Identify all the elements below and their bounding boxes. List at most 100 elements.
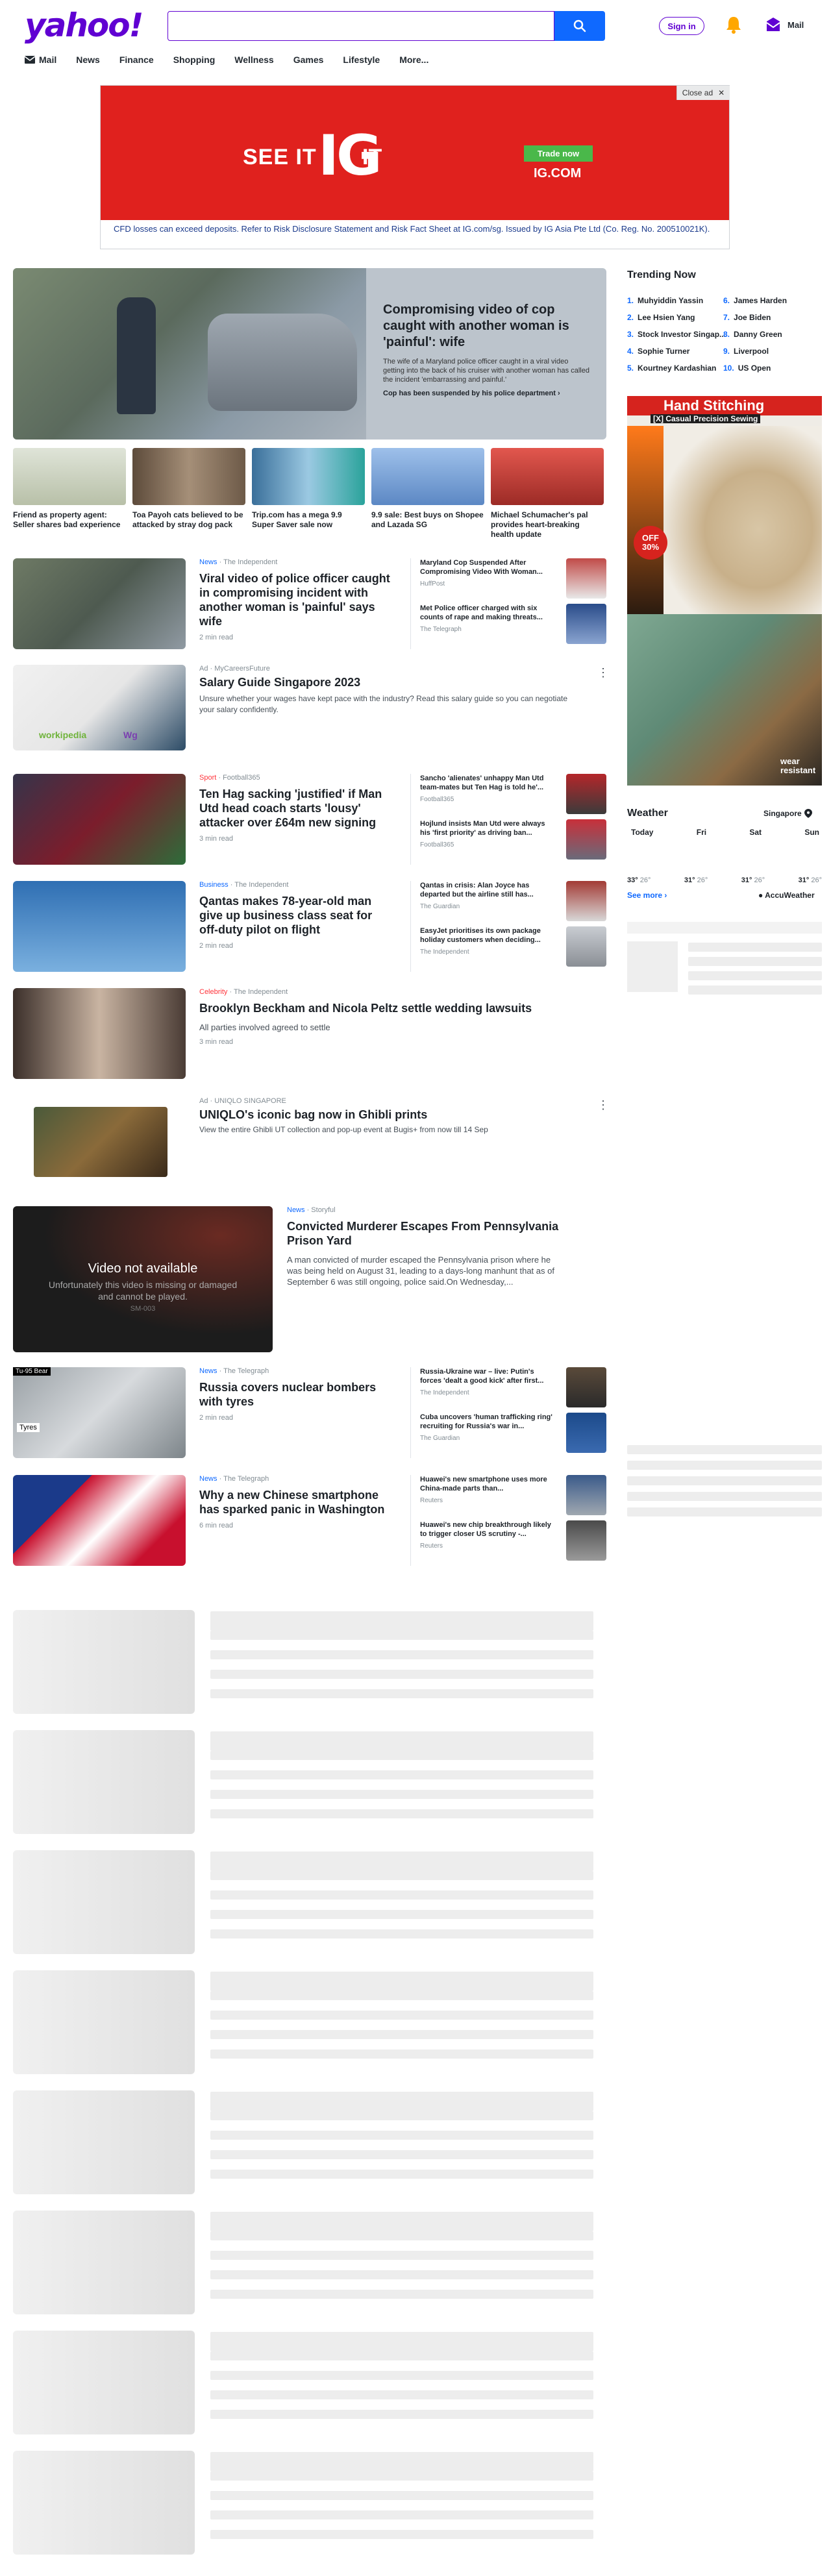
ig-ad-banner[interactable]: SEE IT IG IT Trade now IG.COM Close ad ✕… bbox=[100, 85, 730, 249]
hero-story[interactable]: Compromising video of cop caught with an… bbox=[13, 268, 606, 440]
more-options-icon[interactable]: ⋮ bbox=[597, 666, 609, 680]
thumb-title: Toa Payoh cats believed to be attacked b… bbox=[132, 510, 243, 529]
trending-item[interactable]: 7. Joe Biden bbox=[723, 309, 787, 326]
ad-title[interactable]: Salary Guide Singapore 2023 bbox=[199, 675, 576, 689]
trending-item[interactable]: 6. James Harden bbox=[723, 292, 787, 309]
skeleton-line bbox=[210, 2332, 593, 2351]
trending-item[interactable]: 9. Liverpool bbox=[723, 343, 787, 360]
story-card[interactable]: Celebrity · The Independent Brooklyn Bec… bbox=[13, 988, 606, 1082]
story-card[interactable]: Business · The Independent Qantas makes … bbox=[13, 881, 606, 975]
nav-item-wellness[interactable]: Wellness bbox=[234, 55, 273, 65]
trending-term: Muhyiddin Yassin bbox=[638, 296, 704, 305]
related-story[interactable]: Maryland Cop Suspended After Compromisin… bbox=[420, 558, 606, 604]
thumb-story[interactable]: Trip.com has a mega 9.9 Super Saver sale… bbox=[252, 448, 365, 539]
nav-item-more[interactable]: More... bbox=[399, 55, 428, 65]
related-story[interactable]: Hojlund insists Man Utd were always his … bbox=[420, 819, 606, 865]
trending-item[interactable]: 10. US Open bbox=[723, 360, 787, 377]
thumb-story[interactable]: Friend as property agent: Seller shares … bbox=[13, 448, 126, 539]
story-title[interactable]: Ten Hag sacking 'justified' if Man Utd h… bbox=[199, 787, 394, 830]
related-story[interactable]: Huawei's new smartphone uses more China-… bbox=[420, 1475, 606, 1520]
related-story[interactable]: Met Police officer charged with six coun… bbox=[420, 604, 606, 649]
video-story-card[interactable]: Video not available Unfortunately this v… bbox=[13, 1206, 606, 1352]
skeleton-line bbox=[210, 2471, 593, 2481]
trending-term: Sophie Turner bbox=[638, 347, 690, 356]
nav-item-games[interactable]: Games bbox=[293, 55, 324, 65]
ad-brand-1: workipedia bbox=[39, 730, 87, 740]
trending-title: Trending Now bbox=[627, 269, 696, 280]
nav-item-news[interactable]: News bbox=[76, 55, 100, 65]
story-desc: All parties involved agreed to settle bbox=[199, 1022, 330, 1032]
weather-location[interactable]: Singapore bbox=[763, 809, 812, 818]
story-card[interactable]: News · The Telegraph Why a new Chinese s… bbox=[13, 1475, 606, 1569]
story-title[interactable]: Viral video of police officer caught in … bbox=[199, 571, 394, 628]
accuweather-logo: ● AccuWeather bbox=[758, 891, 815, 900]
hero-figure bbox=[117, 297, 156, 414]
story-card[interactable]: Tu-95 Bear Tyres News · The Telegraph Ru… bbox=[13, 1367, 606, 1461]
ad-creative[interactable]: SEE IT IG IT Trade now IG.COM bbox=[101, 86, 729, 220]
related-story[interactable]: Russia-Ukraine war – live: Putin's force… bbox=[420, 1367, 606, 1413]
hero-title[interactable]: Compromising video of cop caught with an… bbox=[383, 302, 591, 351]
ad-image bbox=[13, 1097, 186, 1188]
story-card[interactable]: News · The Independent Viral video of po… bbox=[13, 558, 606, 652]
related-story[interactable]: Qantas in crisis: Alan Joyce has departe… bbox=[420, 881, 606, 926]
story-title[interactable]: Why a new Chinese smartphone has sparked… bbox=[199, 1488, 394, 1517]
envelope-icon bbox=[25, 56, 35, 64]
story-read-time: 2 min read bbox=[199, 1414, 233, 1422]
hero-link[interactable]: Cop has been suspended by his police dep… bbox=[383, 390, 591, 397]
thumb-story[interactable]: Toa Payoh cats believed to be attacked b… bbox=[132, 448, 245, 539]
yahoo-logo[interactable]: yahoo! bbox=[25, 6, 143, 44]
skeleton-line bbox=[688, 971, 822, 980]
weather-temp: 31° 26° bbox=[684, 876, 708, 884]
skeleton-line bbox=[688, 985, 822, 995]
sign-in-button[interactable]: Sign in bbox=[659, 17, 704, 35]
thumb-title: Michael Schumacher's pal provides heart-… bbox=[491, 510, 588, 539]
related-image bbox=[566, 1475, 606, 1515]
thumb-story[interactable]: Michael Schumacher's pal provides heart-… bbox=[491, 448, 604, 539]
weather-see-more-link[interactable]: See more › bbox=[627, 891, 667, 900]
nav-item-mail[interactable]: Mail bbox=[25, 55, 56, 65]
story-title[interactable]: Russia covers nuclear bombers with tyres bbox=[199, 1380, 394, 1409]
skeleton-line bbox=[627, 1445, 822, 1454]
related-story[interactable]: Sancho 'alienates' unhappy Man Utd team-… bbox=[420, 774, 606, 819]
related-image bbox=[566, 926, 606, 967]
trending-item[interactable]: 3. Stock Investor Singap... bbox=[627, 326, 726, 343]
story-title[interactable]: Qantas makes 78-year-old man give up bus… bbox=[199, 894, 394, 937]
story-title[interactable]: Convicted Murderer Escapes From Pennsylv… bbox=[287, 1219, 560, 1248]
story-body: News · The Independent Viral video of po… bbox=[199, 558, 394, 641]
video-player[interactable]: Video not available Unfortunately this v… bbox=[13, 1206, 273, 1352]
related-story[interactable]: Huawei's new chip breakthrough likely to… bbox=[420, 1520, 606, 1566]
notifications-button[interactable] bbox=[725, 16, 742, 37]
weather-day: Sun bbox=[804, 828, 819, 837]
skeleton-line bbox=[210, 2290, 593, 2299]
ad-card[interactable]: Ad · UNIQLO SINGAPORE UNIQLO's iconic ba… bbox=[13, 1097, 609, 1188]
trending-item[interactable]: 4. Sophie Turner bbox=[627, 343, 726, 360]
ad-title[interactable]: UNIQLO's iconic bag now in Ghibli prints bbox=[199, 1108, 576, 1122]
close-ad-button[interactable]: Close ad ✕ bbox=[676, 86, 730, 100]
skeleton-block bbox=[627, 941, 678, 992]
search-input[interactable] bbox=[167, 11, 554, 41]
more-options-icon[interactable]: ⋮ bbox=[597, 1098, 609, 1112]
ad-card[interactable]: workipedia Wg Ad · MyCareersFuture Salar… bbox=[13, 665, 609, 756]
ad-meta: Ad · UNIQLO SINGAPORE bbox=[199, 1097, 286, 1105]
nav-item-lifestyle[interactable]: Lifestyle bbox=[343, 55, 380, 65]
related-story[interactable]: EasyJet prioritises its own package holi… bbox=[420, 926, 606, 972]
trade-now-button[interactable]: Trade now bbox=[524, 145, 593, 162]
story-card[interactable]: Sport · Football365 Ten Hag sacking 'jus… bbox=[13, 774, 606, 868]
story-image bbox=[13, 774, 186, 865]
trending-list-right: 6. James Harden 7. Joe Biden 8. Danny Green… bbox=[723, 292, 787, 377]
related-title: Maryland Cop Suspended After Compromisin… bbox=[420, 559, 543, 576]
side-ad-shoes[interactable]: Hand Stitching [X] Casual Precision Sewi… bbox=[627, 396, 822, 786]
nav-item-shopping[interactable]: Shopping bbox=[173, 55, 216, 65]
trending-item[interactable]: 5. Kourtney Kardashian bbox=[627, 360, 726, 377]
search-button[interactable] bbox=[554, 11, 605, 41]
trending-item[interactable]: 2. Lee Hsien Yang bbox=[627, 309, 726, 326]
weather-location-label: Singapore bbox=[763, 809, 802, 818]
thumb-story[interactable]: 9.9 sale: Best buys on Shopee and Lazada… bbox=[371, 448, 484, 539]
trending-item[interactable]: 8. Danny Green bbox=[723, 326, 787, 343]
related-story[interactable]: Cuba uncovers 'human trafficking ring' r… bbox=[420, 1413, 606, 1458]
nav-item-finance[interactable]: Finance bbox=[119, 55, 154, 65]
trending-item[interactable]: 1. Muhyiddin Yassin bbox=[627, 292, 726, 309]
thumb-image bbox=[132, 448, 245, 505]
story-title[interactable]: Brooklyn Beckham and Nicola Peltz settle… bbox=[199, 1001, 589, 1015]
mail-link[interactable]: Mail bbox=[764, 16, 804, 34]
